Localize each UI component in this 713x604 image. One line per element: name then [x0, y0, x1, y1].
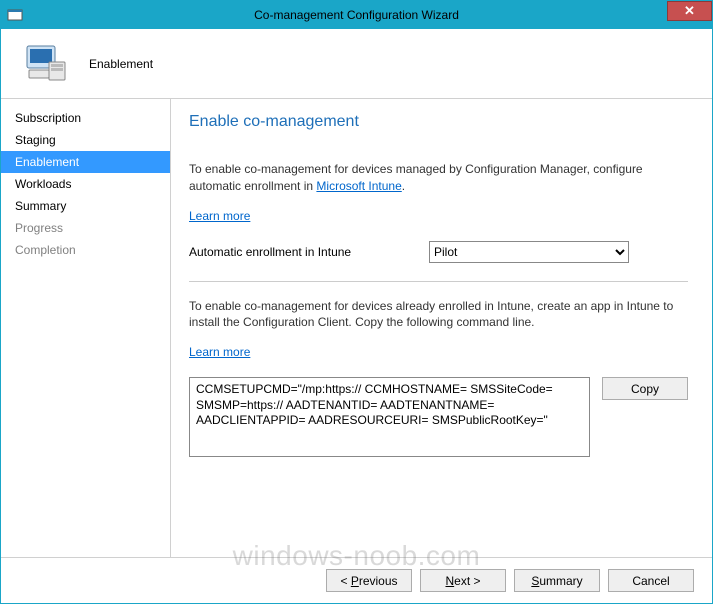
- sidebar-item-completion: Completion: [1, 239, 170, 261]
- section1-desc-post: .: [402, 179, 405, 193]
- close-button[interactable]: ✕: [667, 1, 712, 21]
- cancel-button[interactable]: Cancel: [608, 569, 694, 592]
- wizard-footer: < Previous Next > Summary Cancel: [1, 557, 712, 603]
- auto-enrollment-select[interactable]: Pilot: [429, 241, 629, 263]
- next-label: ext: [454, 574, 470, 588]
- command-line-textbox[interactable]: CCMSETUPCMD="/mp:https:// CCMHOSTNAME= S…: [189, 377, 590, 457]
- summary-label: ummary: [539, 574, 582, 588]
- copy-button[interactable]: Copy: [602, 377, 688, 400]
- previous-button[interactable]: < Previous: [326, 569, 412, 592]
- close-icon: ✕: [684, 3, 695, 19]
- sidebar-item-staging[interactable]: Staging: [1, 129, 170, 151]
- learn-more-link-1[interactable]: Learn more: [189, 209, 250, 223]
- microsoft-intune-link[interactable]: Microsoft Intune: [316, 179, 401, 193]
- sidebar-item-progress: Progress: [1, 217, 170, 239]
- window-buttons: ✕: [667, 1, 712, 21]
- section1-description: To enable co-management for devices mana…: [189, 161, 688, 195]
- sidebar-item-summary[interactable]: Summary: [1, 195, 170, 217]
- section-separator: [189, 281, 688, 282]
- window-title: Co-management Configuration Wizard: [254, 8, 459, 22]
- summary-button[interactable]: Summary: [514, 569, 600, 592]
- sidebar-item-workloads[interactable]: Workloads: [1, 173, 170, 195]
- auto-enrollment-field: Automatic enrollment in Intune Pilot: [189, 241, 688, 263]
- command-row: CCMSETUPCMD="/mp:https:// CCMHOSTNAME= S…: [189, 377, 688, 457]
- step-title: Enablement: [89, 57, 153, 71]
- wizard-window: Co-management Configuration Wizard ✕ Ena…: [0, 0, 713, 604]
- titlebar: Co-management Configuration Wizard ✕: [1, 1, 712, 29]
- wizard-header: Enablement: [1, 29, 712, 99]
- wizard-body: Subscription Staging Enablement Workload…: [1, 99, 712, 557]
- computer-icon: [21, 40, 69, 88]
- wizard-sidebar: Subscription Staging Enablement Workload…: [1, 99, 171, 557]
- section1-desc-text: To enable co-management for devices mana…: [189, 162, 643, 193]
- section2-description: To enable co-management for devices alre…: [189, 298, 688, 332]
- wizard-content: Enable co-management To enable co-manage…: [171, 99, 712, 557]
- sidebar-item-subscription[interactable]: Subscription: [1, 107, 170, 129]
- sidebar-item-enablement[interactable]: Enablement: [1, 151, 170, 173]
- page-title: Enable co-management: [189, 113, 688, 131]
- next-button[interactable]: Next >: [420, 569, 506, 592]
- previous-label: revious: [359, 574, 398, 588]
- learn-more-link-2[interactable]: Learn more: [189, 345, 250, 359]
- auto-enrollment-label: Automatic enrollment in Intune: [189, 245, 389, 259]
- app-icon: [7, 7, 23, 23]
